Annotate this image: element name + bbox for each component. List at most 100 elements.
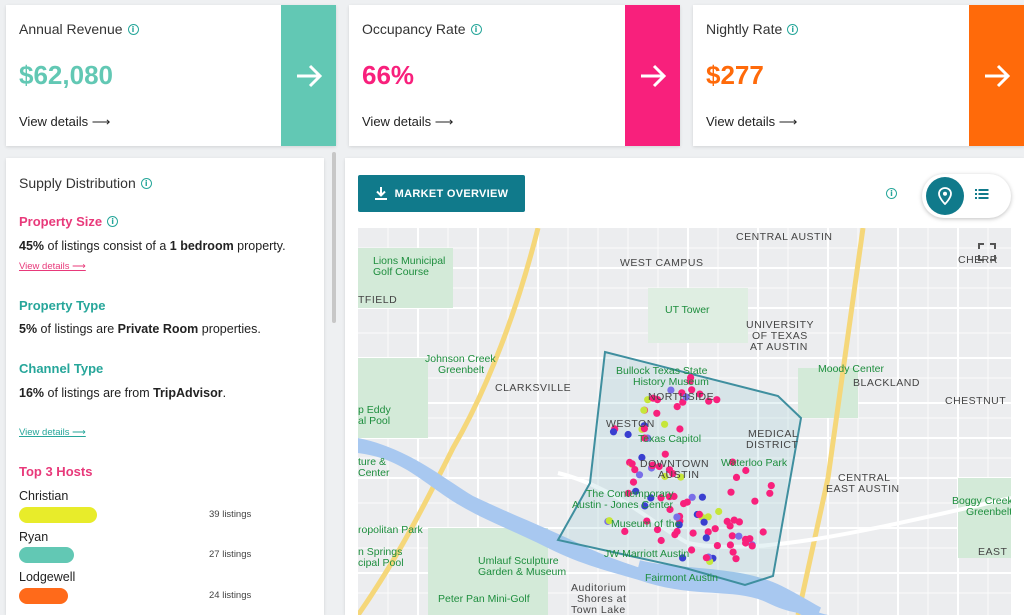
map-label: History Museum	[633, 376, 709, 388]
list-icon	[975, 189, 989, 199]
map-label: cipal Pool	[358, 557, 404, 569]
info-icon[interactable]: i	[787, 23, 799, 35]
map-label: CLARKSVILLE	[495, 382, 572, 394]
listing-marker[interactable]	[742, 539, 750, 547]
listing-marker[interactable]	[661, 420, 669, 428]
map-label: EAST	[978, 546, 1008, 558]
map-label: Moody Center	[818, 363, 884, 375]
map-label: Greenbelt	[438, 364, 485, 376]
listing-marker[interactable]	[735, 532, 743, 540]
panel-title: Supply Distribution i	[19, 175, 152, 191]
view-toggle[interactable]	[922, 174, 1011, 218]
listing-marker[interactable]	[713, 396, 721, 404]
arrow-right-button[interactable]	[625, 5, 680, 146]
host-bar	[19, 588, 68, 604]
fullscreen-button[interactable]	[975, 240, 999, 264]
listing-marker[interactable]	[640, 406, 648, 414]
listing-marker[interactable]	[715, 507, 723, 516]
map-label: NORTHSIDE	[648, 391, 715, 403]
listing-marker[interactable]	[676, 425, 684, 433]
annual-revenue-card[interactable]: Annual Revenue i $62,080 View details ⟶	[6, 5, 336, 146]
property-type-title: Property Type	[19, 298, 106, 313]
listing-marker[interactable]	[767, 482, 775, 490]
listing-marker[interactable]	[711, 525, 719, 533]
listing-marker[interactable]	[748, 542, 756, 550]
host-count: 39 listings	[209, 509, 252, 520]
channel-type-view-details[interactable]: View details ⟶	[19, 427, 86, 438]
info-icon[interactable]: i	[127, 23, 139, 35]
market-map[interactable]: CENTRAL AUSTIN CHERR WEST CAMPUS TFIELD …	[358, 228, 1011, 615]
listing-marker[interactable]	[728, 532, 736, 540]
map-label: Waterloo Park	[721, 457, 788, 469]
listing-marker[interactable]	[732, 555, 740, 563]
map-label: CHESTNUT	[945, 395, 1007, 407]
listing-marker[interactable]	[766, 489, 774, 497]
arrow-right-icon	[984, 64, 1010, 87]
listing-marker[interactable]	[700, 518, 708, 526]
map-pin-icon	[938, 187, 952, 205]
channel-type-title: Channel Type	[19, 361, 104, 376]
host-bar	[19, 547, 74, 563]
map-label: Center	[358, 467, 390, 479]
list-view-button[interactable]	[974, 186, 990, 207]
card-label: Nightly Rate i	[706, 21, 799, 37]
listing-marker[interactable]	[629, 478, 638, 486]
map-label: AUSTIN	[658, 469, 700, 481]
property-size-view-details[interactable]: View details ⟶	[19, 261, 86, 272]
listing-marker[interactable]	[702, 534, 710, 542]
listing-marker[interactable]	[713, 542, 721, 550]
arrow-right-button[interactable]	[969, 5, 1024, 146]
fullscreen-icon	[978, 243, 996, 261]
listing-marker[interactable]	[727, 488, 735, 496]
map-view-button[interactable]	[926, 177, 964, 215]
listing-marker[interactable]	[689, 529, 697, 537]
info-icon[interactable]: i	[140, 177, 152, 189]
listing-marker[interactable]	[695, 510, 703, 518]
card-value: $277	[706, 60, 764, 90]
download-icon	[374, 187, 387, 200]
listing-marker[interactable]	[661, 450, 669, 458]
view-details-link[interactable]: View details ⟶	[19, 114, 110, 130]
property-type-text: 5% of listings are Private Room properti…	[19, 322, 261, 336]
listing-marker[interactable]	[730, 516, 738, 524]
listing-marker[interactable]	[671, 531, 679, 539]
info-icon[interactable]: i	[470, 23, 482, 35]
listing-marker[interactable]	[631, 466, 639, 474]
scrollbar[interactable]	[332, 152, 336, 323]
arrow-right-button[interactable]	[281, 5, 336, 146]
listing-marker[interactable]	[702, 554, 710, 562]
info-icon[interactable]: i	[886, 188, 897, 199]
map-label: BLACKLAND	[853, 377, 920, 389]
listing-marker[interactable]	[624, 430, 632, 439]
listing-marker[interactable]	[653, 409, 661, 417]
listing-marker[interactable]	[729, 548, 737, 556]
map-label: Austin - Jones Center	[572, 499, 673, 511]
listing-marker[interactable]	[657, 536, 665, 545]
card-value: $62,080	[19, 60, 113, 90]
listing-marker[interactable]	[726, 541, 734, 549]
listing-marker[interactable]	[732, 473, 741, 481]
map-label: AT AUSTIN	[750, 341, 808, 353]
listing-marker[interactable]	[759, 528, 767, 536]
map-label: Garden & Museum	[478, 566, 567, 578]
card-label: Annual Revenue i	[19, 21, 139, 37]
host-name: Lodgewell	[19, 570, 76, 584]
market-overview-button[interactable]: MARKET OVERVIEW	[358, 175, 525, 212]
view-details-link[interactable]: View details ⟶	[362, 114, 453, 130]
map-label: Museum of the	[611, 518, 681, 530]
listing-marker[interactable]	[673, 403, 681, 411]
arrow-right-icon	[296, 64, 322, 87]
listing-marker[interactable]	[751, 497, 759, 505]
host-count: 27 listings	[209, 549, 252, 560]
host-bar	[19, 507, 97, 523]
nightly-rate-card[interactable]: Nightly Rate i $277 View details ⟶	[693, 5, 1024, 146]
occupancy-rate-card[interactable]: Occupancy Rate i 66% View details ⟶	[349, 5, 680, 146]
listing-marker[interactable]	[698, 493, 706, 501]
listing-marker[interactable]	[683, 498, 691, 506]
view-details-link[interactable]: View details ⟶	[706, 114, 797, 130]
info-icon[interactable]: i	[107, 216, 119, 227]
listing-marker[interactable]	[726, 522, 734, 530]
map-label: ropolitan Park	[358, 524, 423, 536]
card-label: Occupancy Rate i	[362, 21, 482, 37]
map-label: JW Marriott Austin	[604, 548, 690, 560]
